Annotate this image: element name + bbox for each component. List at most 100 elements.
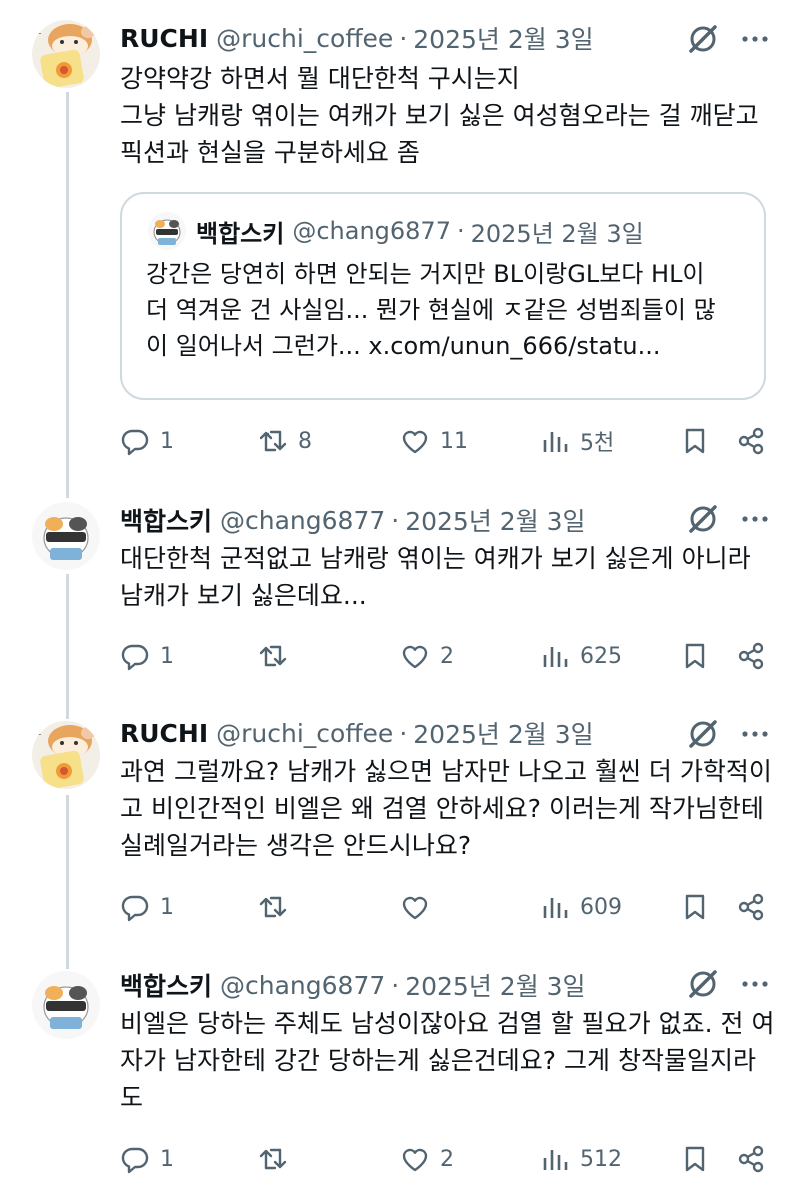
reply-icon [121, 1147, 149, 1174]
timestamp[interactable]: 2025년 2월 3일 [413, 20, 593, 56]
tweet[interactable]: 백합스키 @chang6877 · 2025년 2월 3일 비엘은 당하는 주체… [0, 957, 800, 1199]
tweet-text: 강약약강 하면서 뭘 대단한척 구시는지 그냥 남캐랑 엮이는 여캐가 보기 싫… [120, 64, 759, 167]
grok-icon[interactable] [686, 717, 720, 751]
thread-line [66, 92, 69, 484]
tweet[interactable]: z RUCHI @ruchi_coffee · 2025년 2월 3일 강약약강… [0, 0, 800, 484]
thread-line [66, 795, 69, 957]
avatar-hamster[interactable]: z [32, 721, 100, 789]
timestamp[interactable]: 2025년 2월 3일 [405, 967, 585, 1003]
share-button[interactable] [736, 636, 766, 676]
reply-count: 1 [160, 1146, 174, 1172]
timestamp[interactable]: 2025년 2월 3일 [413, 715, 593, 751]
bookmark-icon [685, 894, 705, 920]
like-button[interactable]: 2 [400, 636, 454, 676]
user-handle[interactable]: @chang6877 [220, 506, 385, 535]
views-button[interactable]: 5천 [540, 421, 614, 461]
share-icon [738, 642, 764, 670]
retweet-icon [259, 896, 287, 918]
views-icon [543, 1150, 568, 1170]
retweet-button[interactable]: 8 [258, 421, 312, 461]
views-button[interactable]: 609 [540, 887, 622, 927]
like-count: 2 [440, 643, 454, 669]
bookmark-button[interactable] [680, 636, 710, 676]
display-name[interactable]: RUCHI [120, 719, 208, 748]
more-icon[interactable] [738, 22, 772, 56]
thread-line [66, 484, 69, 498]
reply-icon [121, 644, 149, 671]
reply-button[interactable]: 1 [120, 636, 174, 676]
display-name[interactable]: 백합스키 [120, 502, 212, 538]
grok-icon[interactable] [686, 502, 720, 536]
grok-icon[interactable] [686, 967, 720, 1001]
tweet-header: RUCHI @ruchi_coffee · 2025년 2월 3일 [120, 20, 594, 56]
tweet-actions: 1 2 625 [120, 636, 768, 676]
views-button[interactable]: 625 [540, 636, 622, 676]
retweet-button[interactable] [258, 1139, 298, 1179]
views-count: 625 [580, 643, 622, 669]
reply-button[interactable]: 1 [120, 1139, 174, 1179]
thread-line [66, 957, 69, 969]
display-name[interactable]: RUCHI [120, 24, 208, 53]
views-icon [543, 898, 568, 918]
like-button[interactable]: 11 [400, 421, 468, 461]
tweet-header: 백합스키 @chang6877 · 2025년 2월 3일 [120, 502, 586, 538]
avatar-cat[interactable] [32, 502, 100, 570]
views-icon [543, 647, 568, 667]
retweet-icon [259, 430, 287, 452]
tweet[interactable]: z RUCHI @ruchi_coffee · 2025년 2월 3일 과연 그… [0, 709, 800, 957]
like-icon [402, 645, 428, 669]
grok-icon[interactable] [686, 22, 720, 56]
user-handle[interactable]: @ruchi_coffee [216, 719, 393, 748]
tweet-header: 백합스키 @chang6877 · 2025년 2월 3일 [120, 967, 586, 1003]
share-button[interactable] [736, 1139, 766, 1179]
tweet-header: RUCHI @ruchi_coffee · 2025년 2월 3일 [120, 715, 594, 751]
bookmark-button[interactable] [680, 887, 710, 927]
more-icon[interactable] [738, 502, 772, 536]
tweet[interactable]: 백합스키 @chang6877 · 2025년 2월 3일 대단한척 군적없고 … [0, 484, 800, 709]
separator-dot: · [391, 505, 400, 535]
avatar-cat[interactable] [32, 971, 100, 1039]
share-icon [738, 1145, 764, 1173]
like-button[interactable] [400, 887, 440, 927]
share-button[interactable] [736, 887, 766, 927]
retweet-button[interactable] [258, 636, 298, 676]
quote-tweet[interactable]: 백합스키 @chang6877 · 2025년 2월 3일 강간은 당연히 하면… [120, 192, 766, 400]
tweet-text: 비엘은 당하는 주체도 남성이잖아요 검열 할 필요가 없죠. 전 여 자가 남… [120, 1009, 775, 1112]
share-icon [738, 893, 764, 921]
more-icon[interactable] [738, 717, 772, 751]
views-count: 5천 [580, 431, 615, 456]
bookmark-icon [685, 428, 705, 454]
avatar-hamster[interactable]: z [32, 20, 100, 88]
reply-icon [121, 429, 149, 456]
retweet-icon [259, 1148, 287, 1170]
bookmark-button[interactable] [680, 421, 710, 461]
quote-user-handle: @chang6877 [292, 217, 451, 245]
retweet-icon [259, 645, 287, 667]
svg-text:z: z [36, 727, 41, 738]
user-handle[interactable]: @ruchi_coffee [216, 24, 393, 53]
more-icon[interactable] [738, 967, 772, 1001]
bookmark-icon [685, 643, 705, 669]
separator-dot: · [399, 23, 408, 53]
separator-dot: · [399, 718, 408, 748]
tweet-text: 대단한척 군적없고 남캐랑 엮이는 여캐가 보기 싫은게 아니라 남캐가 보기 … [120, 544, 751, 610]
svg-text:z: z [36, 26, 41, 37]
user-handle[interactable]: @chang6877 [220, 971, 385, 1000]
bookmark-icon [685, 1146, 705, 1172]
views-button[interactable]: 512 [540, 1139, 622, 1179]
tweet-actions: 1 609 [120, 887, 768, 927]
bookmark-button[interactable] [680, 1139, 710, 1179]
reply-button[interactable]: 1 [120, 421, 174, 461]
display-name[interactable]: 백합스키 [120, 967, 212, 1003]
reply-count: 1 [160, 643, 174, 669]
tweet-actions: 1 8 11 5천 [120, 421, 768, 461]
share-button[interactable] [736, 421, 766, 461]
quote-display-name: 백합스키 [196, 219, 285, 248]
thread-line [66, 574, 69, 709]
views-icon [543, 432, 568, 452]
reply-button[interactable]: 1 [120, 887, 174, 927]
retweet-button[interactable] [258, 887, 298, 927]
quote-header: 백합스키 @chang6877 · 2025년 2월 3일 [196, 213, 644, 249]
like-button[interactable]: 2 [400, 1139, 454, 1179]
timestamp[interactable]: 2025년 2월 3일 [405, 502, 585, 538]
